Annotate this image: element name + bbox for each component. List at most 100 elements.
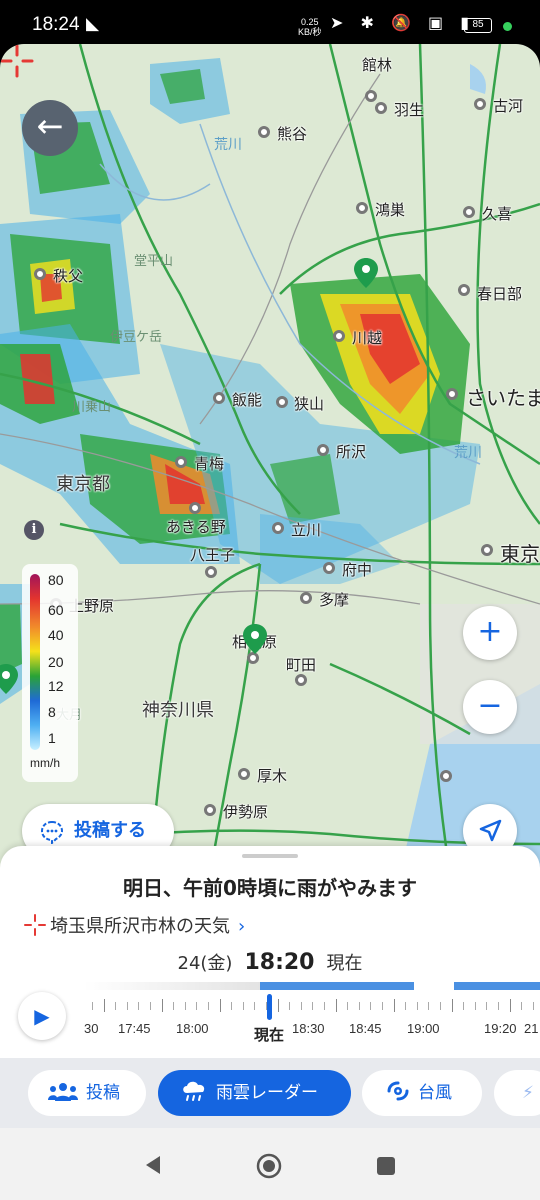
timeline-tick — [405, 1002, 407, 1010]
city-dot — [276, 396, 288, 408]
nav-back-icon[interactable] — [142, 1154, 164, 1176]
tab-rain-radar[interactable]: 雨雲レーダー — [158, 1070, 351, 1116]
lake — [470, 64, 486, 94]
timeline-tick — [184, 1002, 186, 1010]
chevron-right-icon: › — [238, 916, 246, 937]
timeline-tick — [231, 1002, 233, 1010]
city-label: 狭山 — [294, 396, 325, 413]
tab-typhoon-label: 台風 — [418, 1083, 452, 1103]
timeline-tick — [370, 1002, 372, 1010]
bottom-tab-bar: 投稿 雨雲レーダー 台風 ⚡ — [0, 1058, 540, 1128]
back-button[interactable]: ← — [22, 100, 78, 156]
tab-posts[interactable]: 投稿 — [28, 1070, 146, 1116]
post-button-label: 投稿する — [74, 820, 146, 841]
play-button[interactable]: ▶ — [18, 992, 66, 1040]
zoom-in-button[interactable]: + — [463, 606, 517, 660]
timeline-tick — [358, 1002, 360, 1010]
timeline-tick — [173, 1002, 175, 1010]
city-label: 東京 — [500, 544, 540, 566]
prefecture-label: 東京都 — [56, 474, 110, 494]
city-label: 羽生 — [394, 102, 425, 119]
mountain-label: 川乗山 — [72, 399, 112, 414]
timeline-label: 21 — [524, 1021, 539, 1036]
forecast-time: 18:20 — [244, 950, 315, 975]
timeline-tick — [509, 999, 511, 1012]
battery-icon: 85 — [464, 18, 492, 33]
city-label: 春日部 — [477, 286, 523, 303]
timeline-label: 19:20 — [484, 1021, 517, 1036]
legend-label: 60 — [48, 602, 64, 618]
timeline-tick — [486, 1002, 488, 1010]
city-dot — [440, 770, 452, 782]
radar-map[interactable]: 館林 羽生 古河 熊谷 鴻巣 久喜 春日部 秩父 川越 さいたま 飯能 狭山 所… — [0, 44, 540, 874]
map-pin-icon[interactable] — [243, 624, 267, 654]
city-dot — [295, 674, 307, 686]
city-dot — [205, 566, 217, 578]
timeline-tick — [277, 999, 279, 1012]
city-dot — [356, 202, 368, 214]
tab-typhoon[interactable]: 台風 — [362, 1070, 482, 1116]
timeline-tick — [254, 1002, 256, 1010]
city-dot — [474, 98, 486, 110]
timeline-forecast-bar — [260, 982, 414, 990]
city-dot — [204, 804, 216, 816]
tab-lightning[interactable]: ⚡ — [494, 1070, 540, 1116]
city-label: 立川 — [291, 522, 322, 539]
timeline-tick — [219, 999, 221, 1012]
city-dot — [175, 456, 187, 468]
nav-recents-icon[interactable] — [376, 1156, 396, 1176]
status-time: 18:24 — [32, 14, 80, 35]
timeline-tick — [161, 999, 163, 1012]
city-label: 川越 — [352, 330, 383, 347]
city-label: さいたま — [466, 388, 540, 410]
timeline-tick — [103, 999, 105, 1012]
zoom-out-button[interactable]: − — [463, 680, 517, 734]
city-dot — [317, 444, 329, 456]
tab-rain-radar-label: 雨雲レーダー — [216, 1083, 318, 1103]
app-notification-icon: ◣ — [86, 14, 100, 34]
map-pin-icon[interactable] — [354, 258, 378, 288]
mountain-label: 伊豆ケ岳 — [110, 329, 163, 344]
timeline-label: 19:00 — [407, 1021, 440, 1036]
timeline-tick — [393, 999, 395, 1012]
timeline-tick — [150, 1002, 151, 1010]
lightning-icon: ⚡ — [522, 1083, 534, 1103]
tab-posts-label: 投稿 — [86, 1083, 120, 1103]
timeline-past-bar — [84, 982, 260, 990]
typhoon-icon — [387, 1081, 409, 1101]
city-dot — [446, 388, 458, 400]
nav-home-icon[interactable] — [256, 1153, 282, 1179]
sheet-grab-handle[interactable] — [242, 854, 298, 858]
city-label: 府中 — [342, 562, 373, 579]
city-label: 伊勢原 — [223, 804, 269, 821]
timeline-now-label: 現在 — [254, 1026, 285, 1044]
timeline-tick — [300, 1002, 302, 1010]
post-bubble-icon — [40, 820, 64, 844]
info-icon[interactable]: i — [24, 520, 44, 540]
timeline-tick — [428, 1002, 430, 1010]
timeline-tick — [532, 1002, 534, 1010]
city-label: 飯能 — [232, 392, 263, 409]
city-label: 秩父 — [53, 268, 84, 285]
city-dot — [375, 102, 387, 114]
timeline-tick — [347, 1002, 349, 1010]
legend-label: 12 — [48, 678, 64, 694]
city-dot — [272, 522, 284, 534]
city-label: 多摩 — [319, 592, 350, 609]
timeline-label: 18:00 — [176, 1021, 209, 1036]
privacy-dot — [503, 22, 512, 31]
timeline-tick — [474, 1002, 476, 1010]
timeline-label: 18:30 — [292, 1021, 325, 1036]
location-link[interactable]: 埼玉県所沢市林の天気 › — [24, 912, 245, 938]
timeline-tick — [312, 1002, 314, 1010]
city-dot — [189, 502, 201, 514]
timeline-tick — [115, 1002, 117, 1010]
map-pin-icon[interactable] — [0, 664, 18, 694]
network-speed: 0.25 KB/秒 — [298, 17, 322, 37]
timeline-now-handle[interactable] — [267, 994, 272, 1020]
timeline-slider[interactable]: 30 17:45 18:00 18:30 18:45 19:00 19:20 2… — [84, 982, 540, 1052]
mountain-label: 堂平山 — [134, 253, 174, 268]
city-label: 熊谷 — [277, 126, 308, 143]
city-dot — [458, 284, 470, 296]
legend-label: 8 — [48, 704, 56, 720]
